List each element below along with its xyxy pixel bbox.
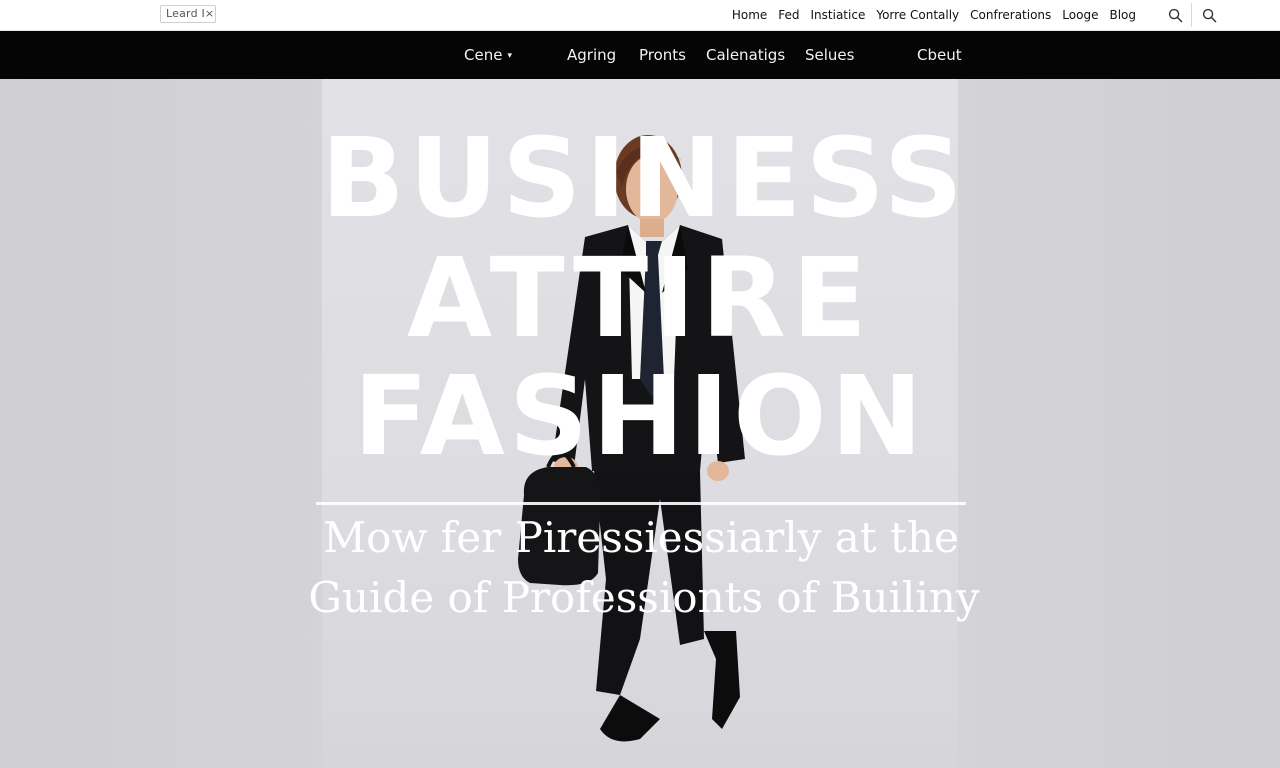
hero-headline-line-3: FASHION <box>353 352 927 480</box>
icon-divider <box>1191 3 1192 27</box>
hero-headline-line-1: BUSINESS <box>320 114 968 242</box>
utility-link-home[interactable]: Home <box>732 8 767 22</box>
nav-item-cene[interactable]: Cene ▾ <box>464 31 512 79</box>
hero-headline-line-2: ATTIRE <box>407 234 873 362</box>
utility-nav: Home Fed Instiatice Yorre Contally Confr… <box>732 0 1136 30</box>
top-utility-bar: Leard I× Home Fed Instiatice Yorre Conta… <box>0 0 1280 31</box>
nav-item-cbeut[interactable]: Cbeut <box>917 31 962 79</box>
hero-subheadline-line-2: Guide of Professionts of Builiny <box>308 573 980 622</box>
utility-link-fed[interactable]: Fed <box>778 8 799 22</box>
search-icon[interactable] <box>1199 5 1219 25</box>
hero-banner: BUSINESS ATTIRE FASHION Mow fer Piressie… <box>0 79 1280 768</box>
search-input[interactable]: Leard I× <box>160 5 216 23</box>
search-icon[interactable] <box>1165 5 1185 25</box>
nav-item-label: Cene <box>464 46 503 64</box>
utility-link-confrerations[interactable]: Confrerations <box>970 8 1051 22</box>
hero-subheadline-line-1: Mow fer Piressiessiarly at the <box>323 513 959 562</box>
chevron-down-icon: ▾ <box>507 51 512 61</box>
nav-item-selues[interactable]: Selues <box>805 31 854 79</box>
utility-link-looge[interactable]: Looge <box>1062 8 1098 22</box>
nav-item-pronts[interactable]: Pronts <box>639 31 686 79</box>
nav-item-agring[interactable]: Agring <box>567 31 616 79</box>
utility-link-blog[interactable]: Blog <box>1109 8 1136 22</box>
utility-link-yorre-contally[interactable]: Yorre Contally <box>876 8 959 22</box>
hero-divider <box>316 502 966 505</box>
main-navigation: Cene ▾ Agring Pronts Calenatigs Selues Cb… <box>0 31 1280 79</box>
nav-item-calenatigs[interactable]: Calenatigs <box>706 31 785 79</box>
utility-link-instiatice[interactable]: Instiatice <box>811 8 866 22</box>
